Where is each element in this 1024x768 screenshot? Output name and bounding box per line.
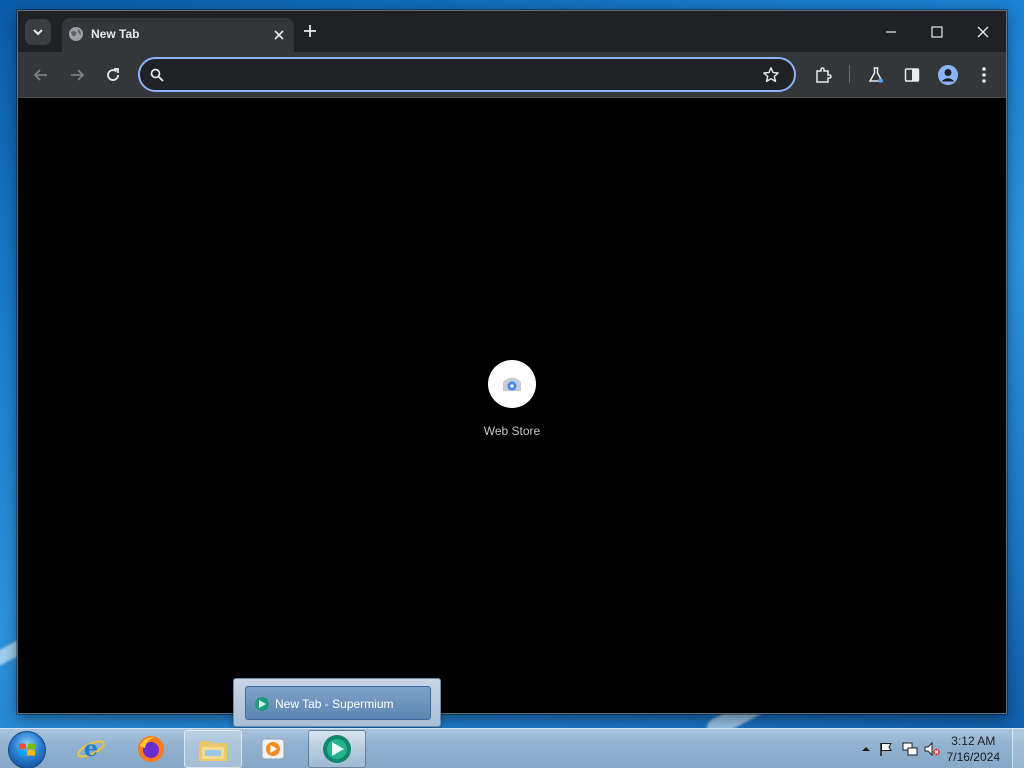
supermium-icon — [323, 735, 351, 763]
tab-strip: New Tab — [18, 11, 1006, 52]
globe-icon — [69, 27, 83, 41]
new-tab-plus-icon[interactable] — [301, 22, 319, 40]
maximize-icon — [931, 26, 943, 38]
reload-button[interactable] — [102, 64, 124, 86]
back-arrow-icon — [33, 69, 47, 81]
action-center-flag-icon[interactable] — [878, 741, 894, 757]
tab-title: New Tab — [91, 27, 140, 41]
labs-button[interactable] — [865, 64, 887, 86]
maximize-button[interactable] — [924, 19, 950, 45]
close-tab-icon[interactable] — [272, 28, 286, 42]
profile-button[interactable] — [937, 64, 959, 86]
web-store-icon — [503, 377, 521, 391]
more-menu-icon — [982, 67, 986, 83]
bookmark-star-icon[interactable] — [762, 66, 780, 84]
clock-date: 7/16/2024 — [946, 750, 1000, 764]
chevron-down-icon — [33, 29, 43, 36]
side-panel-icon — [904, 68, 920, 82]
taskbar-file-explorer[interactable] — [184, 730, 242, 768]
firefox-icon — [138, 736, 164, 762]
taskbar: e 3:12 AM 7/16/2024 — [0, 728, 1024, 768]
address-input[interactable] — [176, 65, 736, 85]
back-button[interactable] — [30, 64, 52, 86]
taskbar-thumbnail-popup: New Tab - Supermium — [233, 678, 441, 727]
svg-text:e: e — [84, 736, 98, 762]
side-panel-button[interactable] — [901, 64, 923, 86]
taskbar-supermium[interactable] — [308, 730, 366, 768]
forward-arrow-icon — [71, 69, 85, 81]
media-player-icon — [261, 738, 285, 760]
system-tray: 3:12 AM 7/16/2024 — [834, 729, 1024, 768]
shortcut-web-store[interactable]: Web Store — [477, 360, 547, 438]
windows-logo-icon — [19, 743, 35, 756]
window-thumbnail-item[interactable]: New Tab - Supermium — [245, 686, 431, 720]
minimize-icon — [886, 31, 896, 33]
show-desktop-button[interactable] — [1012, 729, 1024, 768]
new-tab-page: Web Store — [18, 98, 1006, 713]
extensions-button[interactable] — [812, 64, 834, 86]
address-bar[interactable] — [138, 57, 796, 92]
start-button[interactable] — [8, 731, 46, 768]
tab-search-button[interactable] — [25, 19, 51, 45]
close-window-button[interactable] — [970, 19, 996, 45]
browser-toolbar — [18, 52, 1006, 98]
toolbar-separator — [849, 65, 850, 83]
taskbar-internet-explorer[interactable]: e — [62, 730, 120, 768]
clock-time: 3:12 AM — [951, 734, 996, 748]
internet-explorer-icon: e — [77, 736, 105, 762]
shortcut-tile — [488, 360, 536, 408]
taskbar-firefox[interactable] — [122, 730, 180, 768]
taskbar-media-player[interactable] — [244, 730, 302, 768]
network-icon[interactable] — [902, 741, 918, 757]
close-icon — [977, 26, 989, 38]
show-hidden-icons-icon[interactable] — [858, 741, 874, 757]
reload-icon — [107, 68, 119, 81]
labs-flask-icon — [868, 67, 884, 83]
browser-window: New Tab Web Store — [17, 10, 1007, 714]
file-explorer-icon — [199, 741, 227, 761]
search-icon — [150, 68, 164, 82]
window-thumbnail-label: New Tab - Supermium — [275, 697, 394, 711]
profile-avatar-icon — [938, 65, 958, 85]
volume-muted-icon[interactable] — [924, 741, 940, 757]
extensions-puzzle-icon — [816, 67, 832, 83]
minimize-button[interactable] — [878, 19, 904, 45]
tab-new-tab[interactable]: New Tab — [62, 18, 294, 52]
more-menu-button[interactable] — [973, 64, 995, 86]
supermium-icon — [255, 697, 269, 711]
shortcut-label: Web Store — [483, 424, 541, 438]
taskbar-clock[interactable]: 3:12 AM 7/16/2024 — [947, 733, 1000, 765]
forward-button[interactable] — [66, 64, 88, 86]
